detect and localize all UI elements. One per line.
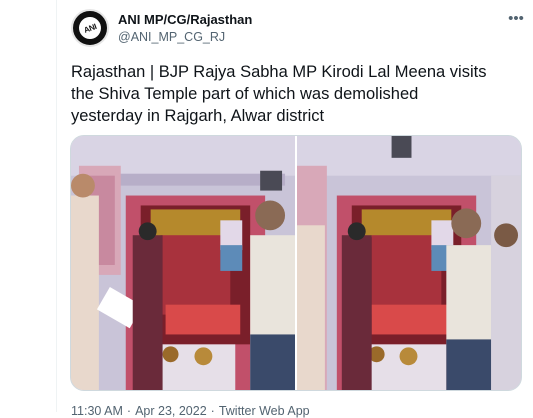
meta-separator: · <box>210 404 215 418</box>
display-name[interactable]: ANI MP/CG/Rajasthan <box>118 12 252 27</box>
tweet-source[interactable]: Twitter Web App <box>219 404 310 418</box>
temple-photo-left <box>71 136 295 390</box>
media-photo-1[interactable] <box>71 136 295 390</box>
more-horizontal-icon: ••• <box>508 10 524 27</box>
user-handle[interactable]: @ANI_MP_CG_RJ <box>118 30 225 44</box>
more-options-button[interactable]: ••• <box>505 10 527 28</box>
temple-photo-right <box>297 136 521 390</box>
timeline-divider <box>56 0 57 412</box>
ani-logo-icon: ANI <box>75 13 105 43</box>
tweet-time[interactable]: 11:30 AM <box>71 404 123 418</box>
tweet-timestamp[interactable]: 11:30 AM · Apr 23, 2022 · Twitter Web App <box>71 404 314 418</box>
media-grid[interactable] <box>70 135 522 391</box>
avatar[interactable]: ANI <box>71 9 109 47</box>
tweet-date[interactable]: Apr 23, 2022 <box>135 404 207 418</box>
tweet-text: Rajasthan | BJP Rajya Sabha MP Kirodi La… <box>71 63 487 125</box>
media-photo-2[interactable] <box>297 136 521 390</box>
meta-separator: · <box>126 404 132 418</box>
